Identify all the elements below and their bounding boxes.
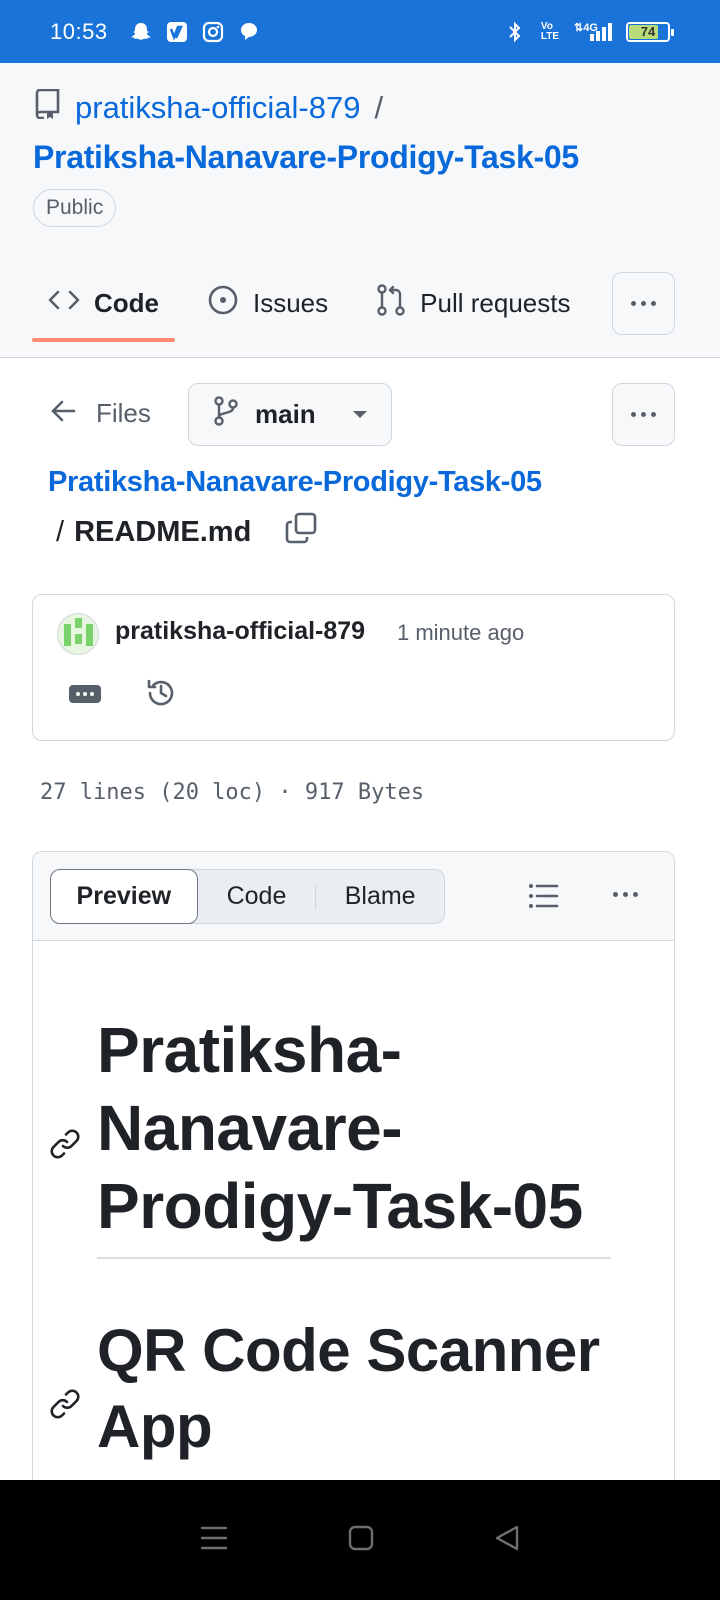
link-anchor-icon[interactable] bbox=[49, 1128, 81, 1165]
repo-more-button[interactable] bbox=[612, 272, 675, 335]
issue-circle-icon bbox=[207, 284, 239, 323]
snapchat-icon bbox=[130, 21, 152, 43]
repo-owner-link[interactable]: pratiksha-official-879 bbox=[75, 90, 360, 126]
ellipsis-icon bbox=[631, 412, 656, 417]
repo-header: pratiksha-official-879 / Pratiksha-Nanav… bbox=[0, 63, 720, 358]
breadcrumb-repo-link[interactable]: Pratiksha-Nanavare-Prodigy-Task-05 bbox=[48, 466, 542, 499]
latest-commit-box: pratiksha-official-879 1 minute ago bbox=[32, 594, 675, 741]
commit-time: 1 minute ago bbox=[397, 620, 525, 645]
notification-icons bbox=[130, 21, 260, 43]
volte-icon: Vo LTE bbox=[540, 20, 560, 42]
copy-path-icon[interactable] bbox=[285, 512, 317, 552]
avatar[interactable] bbox=[57, 613, 99, 655]
pull-request-icon bbox=[376, 284, 406, 323]
branch-selector[interactable]: main bbox=[188, 383, 392, 446]
viewer-more-button[interactable] bbox=[613, 892, 638, 897]
status-bar: 10:53 Vo LTE ⇅4G 74 bbox=[0, 0, 720, 63]
tab-issues[interactable]: Issues bbox=[191, 271, 344, 336]
tab-pull-requests[interactable]: Pull requests bbox=[360, 271, 586, 336]
code-icon bbox=[48, 288, 80, 319]
heading-divider bbox=[97, 1257, 611, 1259]
readme-heading-2: QR Code Scanner App bbox=[97, 1317, 600, 1460]
bluetooth-icon bbox=[504, 21, 526, 43]
ellipsis-icon bbox=[631, 301, 656, 306]
files-label: Files bbox=[96, 398, 151, 428]
repo-icon bbox=[33, 88, 61, 127]
tab-preview[interactable]: Preview bbox=[50, 869, 198, 924]
vimeo-icon bbox=[166, 21, 188, 43]
tab-blame[interactable]: Blame bbox=[316, 870, 444, 923]
repo-owner-line: pratiksha-official-879 / bbox=[33, 88, 384, 127]
file-viewer: Preview Code Blame Pratiksha- Nanavare- … bbox=[32, 851, 675, 1511]
system-navigation-bar bbox=[0, 1480, 720, 1600]
repo-tabs: Code Issues Pull requests bbox=[32, 271, 586, 342]
signal-icon: ⇅4G bbox=[574, 21, 614, 43]
chat-bubble-icon bbox=[238, 21, 260, 43]
viewer-toolbar: Preview Code Blame bbox=[33, 852, 674, 941]
system-icons: Vo LTE ⇅4G 74 bbox=[504, 20, 674, 43]
commit-author-link[interactable]: pratiksha-official-879 bbox=[115, 617, 365, 646]
outline-list-icon[interactable] bbox=[527, 882, 559, 915]
tab-code-label: Code bbox=[94, 288, 159, 318]
repo-name-link[interactable]: Pratiksha-Nanavare-Prodigy-Task-05 bbox=[33, 139, 579, 176]
home-icon[interactable] bbox=[347, 1524, 375, 1557]
file-more-button[interactable] bbox=[612, 383, 675, 446]
ellipsis-icon bbox=[613, 892, 638, 897]
chevron-down-icon bbox=[353, 411, 367, 418]
files-back-button[interactable]: Files bbox=[50, 398, 151, 429]
breadcrumb-filename: README.md bbox=[74, 515, 252, 548]
history-icon[interactable] bbox=[145, 677, 177, 714]
file-stats: 27 lines (20 loc) · 917 Bytes bbox=[40, 780, 425, 805]
readme-heading-1: Pratiksha- Nanavare- Prodigy-Task-05 bbox=[97, 1014, 583, 1242]
branch-name: main bbox=[255, 399, 316, 429]
git-branch-icon bbox=[213, 396, 239, 433]
markdown-body: Pratiksha- Nanavare- Prodigy-Task-05 QR … bbox=[33, 941, 674, 1510]
view-mode-switch: Preview Code Blame bbox=[50, 869, 445, 924]
status-time: 10:53 bbox=[50, 18, 108, 44]
svg-text:⇅4G: ⇅4G bbox=[574, 22, 598, 34]
breadcrumb-file: / README.md bbox=[56, 512, 317, 552]
instagram-icon bbox=[202, 21, 224, 43]
commit-message-toggle[interactable] bbox=[69, 685, 101, 703]
tab-pull-requests-label: Pull requests bbox=[420, 288, 571, 318]
owner-separator: / bbox=[374, 90, 384, 125]
tab-code-view[interactable]: Code bbox=[198, 870, 316, 923]
file-nav-row: Files main bbox=[0, 380, 720, 460]
link-anchor-icon[interactable] bbox=[49, 1388, 81, 1425]
tab-code[interactable]: Code bbox=[32, 271, 175, 342]
menu-icon[interactable] bbox=[199, 1525, 229, 1556]
breadcrumb-separator: / bbox=[56, 515, 65, 548]
arrow-left-icon bbox=[50, 398, 76, 429]
back-icon[interactable] bbox=[493, 1524, 521, 1557]
battery-icon: 74 bbox=[626, 21, 674, 42]
visibility-badge: Public bbox=[33, 189, 117, 227]
tab-issues-label: Issues bbox=[253, 288, 329, 318]
